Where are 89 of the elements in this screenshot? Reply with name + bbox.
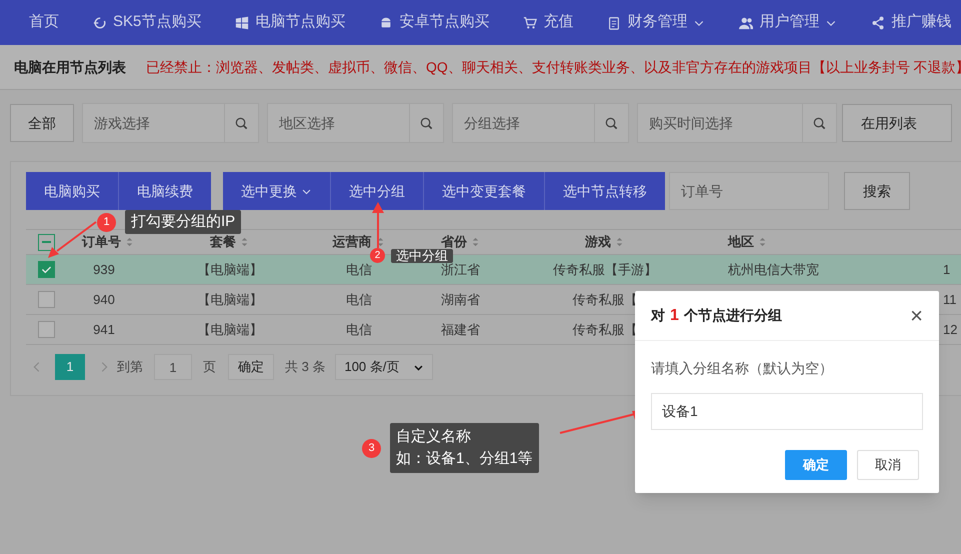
checkbox[interactable] (38, 261, 54, 278)
table-cell: 杭州电信大带宽 (728, 262, 819, 277)
table-cell: 浙江省 (441, 262, 480, 277)
clipboard-icon (607, 16, 622, 30)
nav-item[interactable]: 首页 (29, 11, 59, 34)
total-count: 共 3 条 (285, 358, 326, 376)
windows-icon (235, 16, 250, 30)
filter-select[interactable]: 地区选择 (267, 103, 444, 143)
nav-item[interactable]: 用户管理 (739, 11, 838, 34)
table-cell: 电信 (346, 292, 372, 307)
step-badge: 3 (362, 438, 381, 458)
arrow (372, 202, 384, 248)
users-icon (739, 16, 754, 30)
search-icon (419, 116, 434, 130)
group-name-field[interactable]: 设备1 (651, 393, 923, 430)
list-button[interactable]: 在用列表 (842, 104, 952, 142)
confirm-button[interactable]: 确定 (228, 354, 274, 380)
table-cell: 【电脑端】 (198, 262, 262, 277)
filter-select[interactable]: 购买时间选择 (637, 103, 837, 143)
close-button[interactable]: × (910, 304, 923, 326)
field-label: 请填入分组名称（默认为空） (651, 359, 834, 378)
column-header: 省份 (441, 233, 467, 250)
search-icon (604, 116, 619, 130)
table-cell: 电信 (346, 262, 372, 277)
filter-select[interactable]: 分组选择 (452, 103, 629, 143)
toolbar-button[interactable]: 电脑续费 (118, 172, 211, 210)
goto-label: 到第 (117, 358, 143, 376)
sort-icon (614, 236, 625, 248)
annotation-text: 打勾要分组的IP (131, 212, 236, 232)
column-header: 游戏 (585, 233, 611, 252)
sort-icon (124, 236, 135, 248)
table-cell: 传奇私服【 (572, 292, 638, 307)
search-button[interactable]: 搜索 (844, 172, 910, 210)
share-icon (871, 16, 886, 30)
dialog-title: 个节点进行分组 (684, 306, 782, 325)
table-cell: 12 (943, 322, 958, 337)
toolbar-button[interactable]: 选中节点转移 (544, 172, 665, 210)
page-input[interactable]: 1 (154, 354, 192, 380)
cart-icon (523, 16, 538, 30)
column-header: 订单号 (82, 233, 121, 252)
toolbar-button[interactable]: 电脑购买 (26, 172, 118, 210)
page-title: 电脑在用节点列表 (14, 58, 126, 77)
nav-item[interactable]: 财务管理 (607, 11, 706, 34)
ok-button[interactable]: 确定 (785, 450, 847, 480)
table-cell: 939 (93, 262, 115, 277)
checkbox[interactable] (38, 291, 54, 308)
table-cell: 940 (93, 292, 115, 307)
search-icon (812, 116, 827, 130)
page-size-select[interactable]: 100 条/页 (335, 354, 434, 380)
sort-icon (470, 236, 481, 248)
refresh-icon (93, 16, 107, 30)
page-unit: 页 (203, 358, 216, 376)
search-icon (234, 116, 249, 130)
selected-count: 1 (670, 306, 679, 326)
table-cell: 电信 (346, 322, 372, 337)
table-cell: 传奇私服【 (572, 322, 638, 337)
toolbar-button[interactable]: 选中分组 (330, 172, 423, 210)
nav-item[interactable]: 充值 (523, 11, 574, 34)
checkbox[interactable] (38, 321, 54, 338)
table-cell: 1 (943, 262, 950, 277)
table-cell: 11 (943, 292, 956, 307)
page-button[interactable]: 1 (55, 354, 85, 380)
toolbar-button[interactable]: 选中变更套餐 (423, 172, 544, 210)
table-cell: 941 (93, 322, 115, 337)
nav-item[interactable]: 安卓节点购买 (379, 11, 490, 34)
notice-text: 已经禁止：浏览器、发帖类、虚拟币、微信、QQ、聊天相关、支付转账类业务、以及非官方存在的游戏项目【以上业务封号 不退款】 (146, 58, 961, 77)
table-cell: 【电脑端】 (198, 292, 262, 307)
dialog-title: 对 (651, 306, 665, 325)
column-header: 套餐 (210, 233, 236, 252)
nav-item[interactable]: 电脑节点购买 (235, 11, 346, 34)
checkbox[interactable] (38, 234, 54, 250)
all-button[interactable]: 全部 (10, 104, 74, 142)
nav-item[interactable]: 推广赚钱 (871, 11, 952, 34)
toolbar-button[interactable]: 选中更换 (223, 172, 330, 210)
column-header: 地区 (728, 233, 754, 252)
annotation-text: 自定义名称 (396, 427, 472, 447)
nav-item[interactable]: SK5节点购买 (93, 11, 202, 34)
order-field[interactable]: 订单号 (669, 172, 829, 210)
sort-icon (239, 236, 250, 248)
cancel-button[interactable]: 取消 (857, 450, 919, 480)
table-cell: 湖南省 (441, 292, 480, 307)
sort-icon (757, 236, 768, 248)
column-header: 运营商 (332, 233, 372, 252)
table-cell: 传奇私服【手游】 (553, 262, 657, 277)
table-cell: 【电脑端】 (198, 322, 262, 337)
filter-select[interactable]: 游戏选择 (82, 103, 259, 143)
table-cell: 福建省 (441, 322, 480, 337)
dash-icon (42, 241, 50, 243)
annotation-text: 如：设备1、分组1等 (396, 449, 533, 469)
